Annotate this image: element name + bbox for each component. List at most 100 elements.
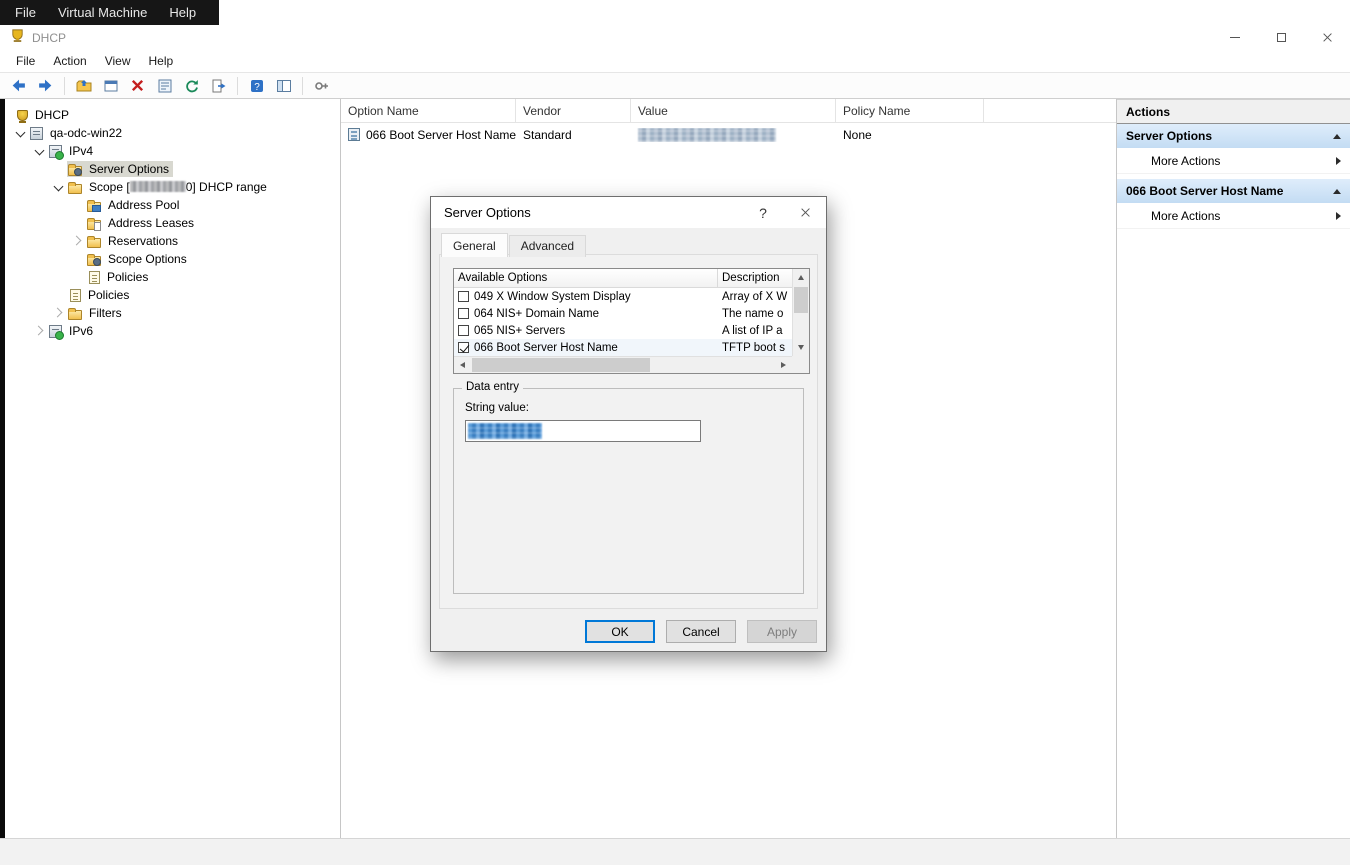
dialog-help-button[interactable]: ? [742, 197, 784, 228]
column-header-option-name[interactable]: Option Name [341, 99, 516, 122]
submenu-arrow-icon [1336, 157, 1341, 165]
toolbar-separator [302, 77, 303, 95]
tree-item-ipv6[interactable]: IPv6 [5, 322, 340, 340]
checkbox-unchecked[interactable] [458, 291, 469, 302]
tree-item-address-pool[interactable]: Address Pool [5, 196, 340, 214]
vm-menu-file[interactable]: File [4, 0, 47, 25]
chevron-down-icon[interactable] [32, 143, 48, 159]
chevron-right-icon[interactable] [32, 323, 48, 339]
cancel-button[interactable]: Cancel [666, 620, 736, 643]
checkbox-checked[interactable] [458, 342, 469, 353]
tree-item-ipv4[interactable]: IPv4 [5, 142, 340, 160]
dialog-close-button[interactable] [784, 197, 826, 228]
horizontal-scrollbar[interactable] [454, 356, 792, 373]
maximize-button[interactable] [1258, 25, 1304, 50]
actions-section-066[interactable]: 066 Boot Server Host Name [1117, 179, 1350, 204]
option-row-065[interactable]: 065 NIS+ Servers A list of IP a [454, 322, 792, 339]
checkbox-unchecked[interactable] [458, 325, 469, 336]
option-name-cell: 066 Boot Server Host Name [366, 128, 516, 142]
column-header-policy-name[interactable]: Policy Name [836, 99, 984, 122]
up-one-level-button[interactable] [72, 75, 95, 97]
vertical-scrollbar[interactable] [792, 269, 809, 356]
refresh-button[interactable] [180, 75, 203, 97]
chevron-down-icon[interactable] [13, 125, 29, 141]
column-header-value[interactable]: Value [631, 99, 836, 122]
more-actions-066[interactable]: More Actions [1117, 204, 1350, 229]
window-controls [1212, 25, 1350, 50]
tree-label: IPv4 [68, 144, 93, 158]
chevron-down-icon[interactable] [51, 179, 67, 195]
tree-item-server[interactable]: qa-odc-win22 [5, 124, 340, 142]
toolbar-separator [64, 77, 65, 95]
tree-item-server-options[interactable]: Server Options [5, 160, 340, 178]
tree-label: Scope [0] DHCP range [88, 180, 267, 194]
scroll-left-button[interactable] [454, 357, 471, 373]
collapse-icon[interactable] [1333, 189, 1341, 194]
chevron-right-icon[interactable] [70, 233, 86, 249]
tab-page-general: Available Options Description 049 X Wind… [439, 254, 818, 609]
actions-section-server-options[interactable]: Server Options [1117, 124, 1350, 149]
delete-icon [130, 78, 145, 93]
dialog-title: Server Options [444, 205, 531, 220]
column-header-vendor[interactable]: Vendor [516, 99, 631, 122]
tree-item-filters[interactable]: Filters [5, 304, 340, 322]
help-button[interactable]: ? [245, 75, 268, 97]
back-button[interactable] [7, 75, 30, 97]
tree-label: Server Options [88, 162, 169, 176]
delete-button[interactable] [126, 75, 149, 97]
forward-button[interactable] [34, 75, 57, 97]
tab-advanced[interactable]: Advanced [509, 235, 586, 257]
configure-button[interactable] [310, 75, 333, 97]
tree-item-dhcp-root[interactable]: DHCP [5, 106, 340, 124]
apply-button[interactable]: Apply [747, 620, 817, 643]
column-header-available-options[interactable]: Available Options [454, 269, 718, 287]
show-hide-console-tree-button[interactable] [272, 75, 295, 97]
string-value-input[interactable] [465, 420, 701, 442]
option-name: 065 NIS+ Servers [474, 325, 565, 337]
tree-label: Policies [106, 270, 148, 284]
address-pool-icon [87, 202, 101, 212]
menu-help[interactable]: Help [140, 54, 183, 68]
option-row-049[interactable]: 049 X Window System Display Array of X W [454, 288, 792, 305]
checkbox-unchecked[interactable] [458, 308, 469, 319]
scope-folder-icon [68, 184, 82, 194]
tree-item-reservations[interactable]: Reservations [5, 232, 340, 250]
option-name: 049 X Window System Display [474, 291, 631, 303]
vm-menu-help[interactable]: Help [158, 0, 207, 25]
menu-file[interactable]: File [7, 54, 44, 68]
dialog-titlebar[interactable]: Server Options ? [431, 197, 826, 228]
options-list-header: Available Options Description [454, 269, 792, 288]
tree-item-scope-options[interactable]: Scope Options [5, 250, 340, 268]
tree-item-policies[interactable]: Policies [5, 286, 340, 304]
export-list-button[interactable] [207, 75, 230, 97]
tree-item-scope-policies[interactable]: Policies [5, 268, 340, 286]
list-row-066-boot-server[interactable]: 066 Boot Server Host Name Standard None [341, 123, 1116, 146]
ipv4-icon [49, 145, 62, 158]
more-actions-server-options[interactable]: More Actions [1117, 149, 1350, 174]
close-button[interactable] [1304, 25, 1350, 50]
vm-menu-virtual-machine[interactable]: Virtual Machine [47, 0, 158, 25]
scroll-right-button[interactable] [775, 357, 792, 373]
tree-item-address-leases[interactable]: Address Leases [5, 214, 340, 232]
option-row-064[interactable]: 064 NIS+ Domain Name The name o [454, 305, 792, 322]
tree-item-scope[interactable]: Scope [0] DHCP range [5, 178, 340, 196]
chevron-right-icon[interactable] [51, 305, 67, 321]
option-row-066[interactable]: 066 Boot Server Host Name TFTP boot s [454, 339, 792, 356]
redacted-value [638, 128, 776, 142]
minimize-button[interactable] [1212, 25, 1258, 50]
scrollbar-thumb[interactable] [794, 287, 808, 313]
scroll-down-button[interactable] [793, 339, 809, 356]
properties-button[interactable] [153, 75, 176, 97]
console-window-button[interactable] [99, 75, 122, 97]
menu-action[interactable]: Action [44, 54, 95, 68]
tab-general[interactable]: General [441, 233, 508, 257]
menu-view[interactable]: View [96, 54, 140, 68]
ok-button[interactable]: OK [585, 620, 655, 643]
folder-up-icon [76, 78, 92, 94]
back-icon [10, 77, 27, 94]
collapse-icon[interactable] [1333, 134, 1341, 139]
toolbar-separator [237, 77, 238, 95]
scroll-up-button[interactable] [793, 269, 809, 286]
scrollbar-thumb[interactable] [472, 358, 650, 372]
column-header-description[interactable]: Description [718, 269, 792, 287]
